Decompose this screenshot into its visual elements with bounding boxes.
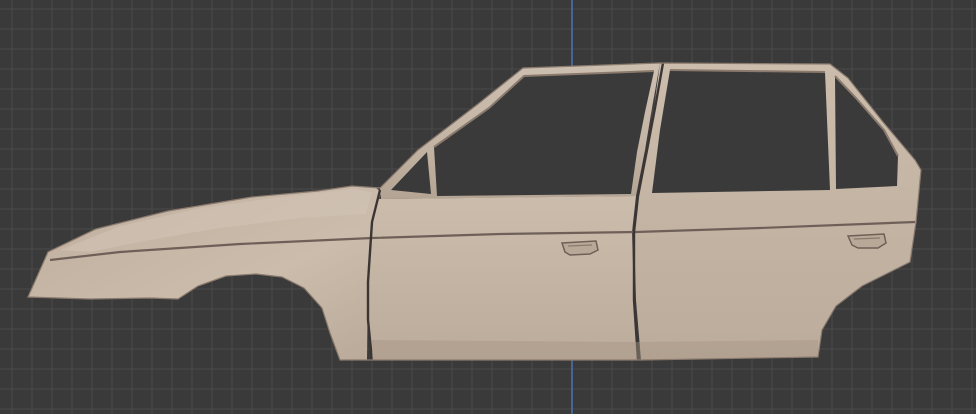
sill-shadow bbox=[372, 340, 818, 360]
front-door-handle[interactable] bbox=[560, 240, 599, 256]
car-body-model[interactable] bbox=[27, 62, 922, 361]
rear-window bbox=[652, 70, 830, 193]
front-window bbox=[434, 71, 654, 196]
viewport-canvas[interactable] bbox=[0, 0, 976, 414]
front-door-panel[interactable] bbox=[367, 196, 637, 360]
3d-viewport[interactable] bbox=[0, 0, 976, 414]
rear-door-handle[interactable] bbox=[846, 233, 887, 249]
